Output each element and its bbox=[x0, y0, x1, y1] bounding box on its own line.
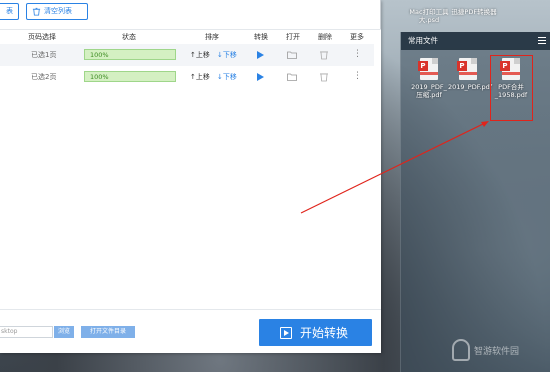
convert-play-icon[interactable] bbox=[257, 51, 264, 59]
pdf-file-icon: P bbox=[457, 58, 477, 80]
browse-button[interactable]: 浏览 bbox=[54, 326, 74, 338]
clear-list-button[interactable]: 清空列表 bbox=[26, 3, 88, 20]
table-row[interactable]: 已选1页 100% ↑上移 ↓下移 ⋮ bbox=[0, 44, 374, 66]
header-more: 更多 bbox=[350, 33, 364, 41]
header-status: 状态 bbox=[122, 33, 136, 41]
file-name: 2019_PDF.pdf bbox=[448, 83, 493, 91]
delete-icon[interactable] bbox=[319, 50, 329, 60]
page-select-cell[interactable]: 已选1页 bbox=[31, 50, 56, 60]
table-row[interactable]: 已选2页 100% ↑上移 ↓下移 ⋮ bbox=[0, 66, 374, 88]
desktop-icon-mac-print[interactable]: Mac打印工具 大.psd bbox=[405, 8, 453, 24]
delete-icon[interactable] bbox=[319, 72, 329, 82]
progress-text: 100% bbox=[90, 73, 109, 81]
progress-text: 100% bbox=[90, 51, 109, 59]
file-name: 2019_PDF_压缩.pdf bbox=[411, 83, 447, 99]
progress-bar: 100% bbox=[84, 49, 176, 60]
add-file-button[interactable]: 表 bbox=[0, 3, 19, 20]
clear-list-label: 清空列表 bbox=[44, 7, 72, 15]
header-open: 打开 bbox=[286, 33, 300, 41]
desktop-icon-label: 迅捷PDF转换器 bbox=[451, 8, 497, 16]
start-play-icon bbox=[280, 326, 292, 339]
table-header: 页码选择 状态 排序 转换 打开 删除 更多 bbox=[0, 30, 381, 44]
desktop-icon-label: Mac打印工具 大.psd bbox=[409, 8, 449, 24]
desktop-icon-xunjie[interactable]: 迅捷PDF转换器 bbox=[450, 8, 498, 16]
header-page-select: 页码选择 bbox=[28, 33, 56, 41]
footer-bar: sktop 浏览 打开文件目录 开始转换 bbox=[0, 309, 381, 353]
more-icon[interactable]: ⋮ bbox=[353, 49, 362, 59]
file-item[interactable]: P 2019_PDF.pdf bbox=[448, 58, 493, 91]
list-scrollbar[interactable] bbox=[374, 30, 381, 309]
start-convert-button[interactable]: 开始转换 bbox=[259, 319, 372, 346]
output-path-field[interactable]: sktop bbox=[0, 326, 53, 338]
pdf-file-icon: P bbox=[418, 58, 438, 80]
move-up-button[interactable]: ↑上移 bbox=[190, 50, 210, 60]
start-convert-label: 开始转换 bbox=[300, 326, 349, 340]
trash-icon bbox=[32, 7, 41, 16]
toolbar: 表 清空列表 bbox=[0, 0, 381, 30]
folder-icon[interactable] bbox=[287, 72, 297, 82]
header-delete: 删除 bbox=[318, 33, 332, 41]
page-select-cell[interactable]: 已选2页 bbox=[31, 72, 56, 82]
highlight-annotation-box bbox=[490, 55, 533, 121]
file-item[interactable]: P 2019_PDF_压缩.pdf bbox=[409, 58, 449, 99]
move-down-button[interactable]: ↓下移 bbox=[217, 50, 237, 60]
header-convert: 转换 bbox=[254, 33, 268, 41]
add-file-label: 表 bbox=[6, 7, 13, 15]
watermark-logo-icon bbox=[452, 339, 470, 361]
move-up-button[interactable]: ↑上移 bbox=[190, 72, 210, 82]
open-directory-button[interactable]: 打开文件目录 bbox=[81, 326, 135, 338]
progress-bar: 100% bbox=[84, 71, 176, 82]
folder-icon[interactable] bbox=[287, 50, 297, 60]
menu-icon[interactable] bbox=[538, 37, 546, 44]
panel-title: 常用文件 bbox=[408, 36, 438, 45]
pdf-converter-window: 表 清空列表 页码选择 状态 排序 转换 打开 删除 更多 已选1页 100% … bbox=[0, 0, 381, 353]
header-sort: 排序 bbox=[205, 33, 219, 41]
watermark: 智游软件园 bbox=[452, 336, 547, 364]
watermark-text: 智游软件园 bbox=[474, 346, 520, 357]
desktop-top-icons: Mac打印工具 大.psd 迅捷PDF转换器 bbox=[400, 0, 550, 32]
move-down-button[interactable]: ↓下移 bbox=[217, 72, 237, 82]
panel-header: 常用文件 bbox=[401, 32, 550, 50]
convert-play-icon[interactable] bbox=[257, 73, 264, 81]
more-icon[interactable]: ⋮ bbox=[353, 71, 362, 81]
